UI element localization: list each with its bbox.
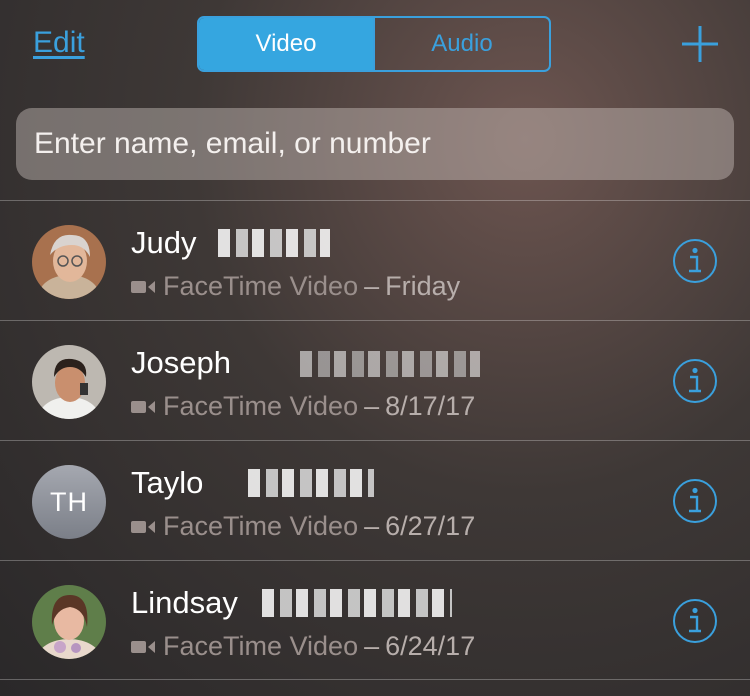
info-icon[interactable] xyxy=(672,238,718,284)
video-audio-segmented-control: Video Audio xyxy=(197,16,551,72)
edit-button[interactable]: Edit xyxy=(33,26,85,60)
redacted-surname xyxy=(300,351,480,377)
call-date: Friday xyxy=(385,271,461,301)
avatar: TH xyxy=(32,465,106,539)
video-camera-icon xyxy=(131,520,155,533)
call-type: FaceTime Video xyxy=(163,631,359,661)
contact-name: Judy xyxy=(131,225,197,260)
call-type: FaceTime Video xyxy=(163,271,359,301)
video-camera-icon xyxy=(131,400,155,413)
call-date: 6/24/17 xyxy=(385,631,476,661)
call-detail: FaceTime Video – 6/24/17 xyxy=(131,631,475,662)
call-detail: FaceTime Video – Friday xyxy=(131,271,460,302)
avatar xyxy=(32,345,106,419)
contact-name: Joseph xyxy=(131,345,231,380)
separator: – xyxy=(364,271,380,301)
call-date: 8/17/17 xyxy=(385,391,476,421)
separator: – xyxy=(364,511,380,541)
top-bar: Edit Video Audio xyxy=(0,0,750,95)
tab-video[interactable]: Video xyxy=(199,18,373,70)
plus-icon[interactable] xyxy=(680,24,720,64)
call-type: FaceTime Video xyxy=(163,391,359,421)
call-detail: FaceTime Video – 6/27/17 xyxy=(131,511,475,542)
list-item[interactable]: Judy FaceTime Video – Friday xyxy=(0,200,750,320)
call-date: 6/27/17 xyxy=(385,511,476,541)
avatar xyxy=(32,585,106,659)
call-type: FaceTime Video xyxy=(163,511,359,541)
separator: – xyxy=(364,391,380,421)
list-item[interactable]: Joseph FaceTime Video – 8/17/17 xyxy=(0,320,750,440)
call-detail: FaceTime Video – 8/17/17 xyxy=(131,391,475,422)
list-item[interactable]: Lindsay FaceTime Video – 6/24/17 xyxy=(0,560,750,680)
info-icon[interactable] xyxy=(672,478,718,524)
recent-calls-list: Judy FaceTime Video – Friday Joseph Face… xyxy=(0,200,750,680)
redacted-surname xyxy=(218,229,330,257)
contact-name: Lindsay xyxy=(131,585,238,620)
video-camera-icon xyxy=(131,280,155,293)
redacted-surname xyxy=(262,589,452,617)
info-icon[interactable] xyxy=(672,598,718,644)
info-icon[interactable] xyxy=(672,358,718,404)
video-camera-icon xyxy=(131,640,155,653)
list-item[interactable]: TH Taylo FaceTime Video – 6/27/17 xyxy=(0,440,750,560)
redacted-surname xyxy=(248,469,374,497)
search-field[interactable] xyxy=(16,108,734,180)
separator: – xyxy=(364,631,380,661)
tab-audio[interactable]: Audio xyxy=(373,18,549,70)
search-input[interactable] xyxy=(32,126,734,162)
avatar xyxy=(32,225,106,299)
contact-name: Taylo xyxy=(131,465,204,500)
